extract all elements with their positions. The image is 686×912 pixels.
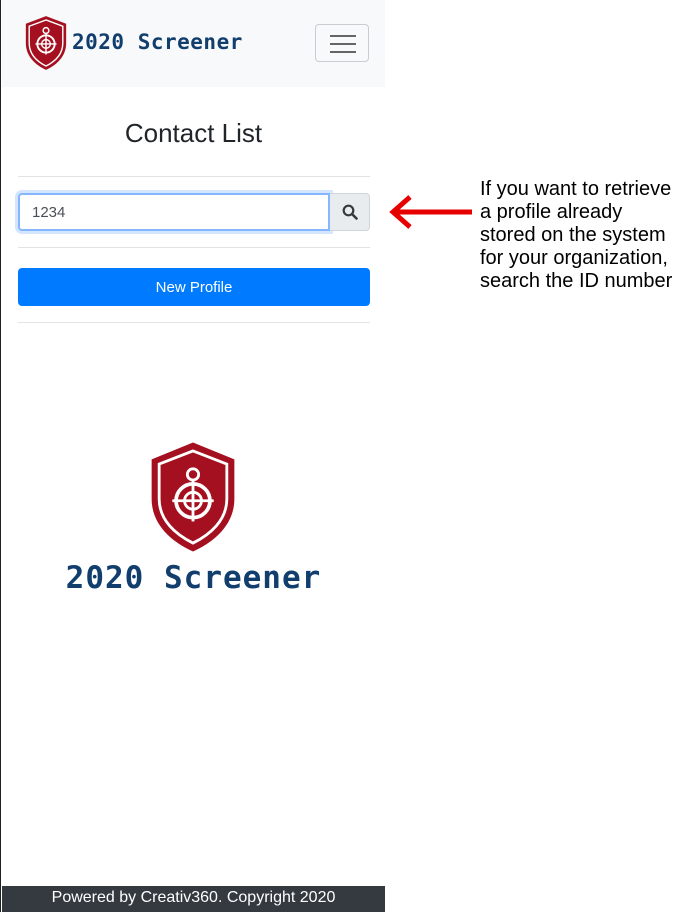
- left-arrow-icon: [389, 195, 472, 229]
- logo-text: 2020 Screener: [65, 560, 322, 596]
- brand-name[interactable]: 2020 Screener: [72, 30, 243, 54]
- hamburger-icon-line: [330, 51, 356, 53]
- navbar: 2020 Screener: [2, 0, 385, 87]
- shield-logo-icon: [151, 442, 235, 552]
- page-title: Contact List: [124, 118, 263, 148]
- search-input[interactable]: [18, 193, 330, 231]
- divider: [18, 322, 370, 323]
- hamburger-icon-line: [330, 43, 356, 45]
- annotation-text: If you want to retrieve a profile alread…: [480, 178, 673, 292]
- footer: Powered by Creativ360. Copyright 2020: [2, 886, 385, 912]
- search-icon: [342, 204, 358, 220]
- search-button[interactable]: [330, 193, 370, 231]
- new-profile-button[interactable]: New Profile: [18, 268, 370, 306]
- divider: [18, 176, 370, 177]
- mobile-viewport: 2020 Screener Contact List New Profile 2…: [0, 0, 385, 912]
- menu-toggle-button[interactable]: [315, 24, 369, 62]
- shield-logo-icon[interactable]: [22, 14, 70, 72]
- divider: [18, 247, 370, 248]
- hamburger-icon: [330, 35, 356, 37]
